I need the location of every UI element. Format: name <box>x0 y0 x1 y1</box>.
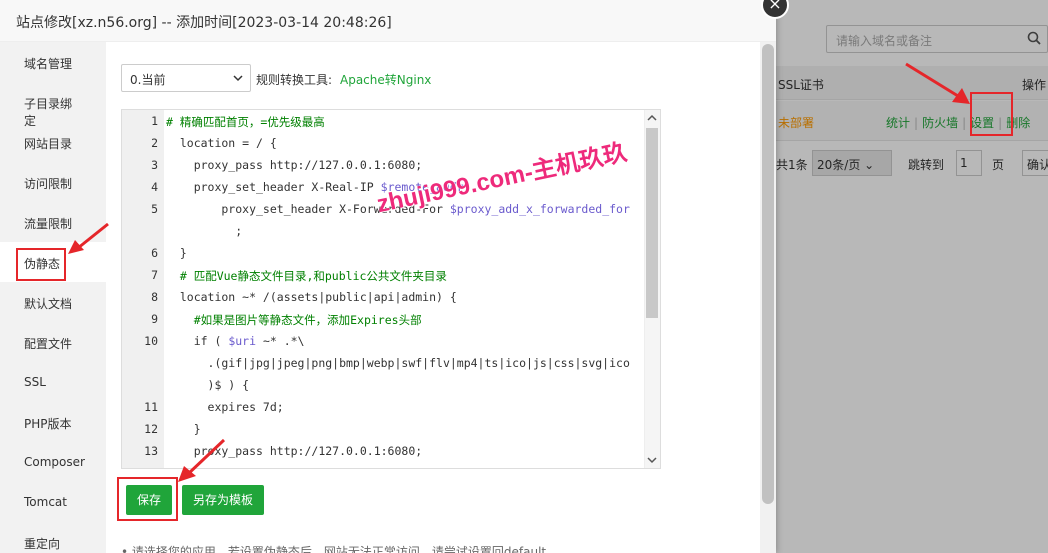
sidebar-item-php-version[interactable]: PHP版本 <box>0 402 106 442</box>
line-number: 2 <box>151 136 158 150</box>
search-icon[interactable] <box>1027 31 1041 45</box>
pagination: 共1条 20条/页 ⌄ 跳转到 1 页 确认 <box>760 148 1048 178</box>
code-line: ; <box>166 224 243 238</box>
apache-to-nginx-link[interactable]: Apache转Nginx <box>340 71 431 88</box>
search-placeholder: 请输入域名或备注 <box>836 34 933 48</box>
rewrite-template-value: 0.当前 <box>130 73 166 87</box>
convert-tool-label: 规则转换工具: <box>256 73 333 87</box>
line-number: 11 <box>144 400 158 414</box>
code-line: } <box>166 246 187 260</box>
highlight-settings-box <box>970 92 1013 136</box>
arrow-icon <box>68 222 109 254</box>
line-number: 1 <box>151 114 158 128</box>
pager-jump-label: 跳转到 <box>908 158 945 172</box>
line-number: 12 <box>144 422 158 436</box>
column-operations: 操作 <box>1022 78 1047 92</box>
code-line: # 精确匹配首页，=优先级最高 <box>166 115 325 129</box>
code-line: #如果是图片等静态文件，添加Expires头部 <box>166 313 422 327</box>
page-number-input[interactable]: 1 <box>956 150 982 176</box>
highlight-rewrite-box <box>16 248 66 281</box>
tips-text: • 请选择您的应用，若设置伪静态后，网站无法正常访问，请尝试设置回default <box>121 545 547 553</box>
code-line: location ~* /(assets|public|api|admin) { <box>166 290 457 304</box>
column-ssl: SSL证书 <box>778 78 824 92</box>
line-number: 5 <box>151 202 158 216</box>
line-number: 10 <box>144 334 158 348</box>
page-size-select[interactable]: 20条/页 ⌄ <box>812 150 892 176</box>
arrow-icon <box>905 62 970 104</box>
dialog-title: 站点修改[xz.n56.org] -- 添加时间[2023-03-14 20:4… <box>0 0 776 42</box>
stats-link[interactable]: 统计 <box>886 116 910 130</box>
domain-search-input[interactable]: 请输入域名或备注 <box>826 25 1048 53</box>
scroll-up-icon[interactable] <box>647 114 657 122</box>
code-line: } <box>166 422 201 436</box>
sidebar-item-subdir[interactable]: 子目录绑定 <box>0 82 106 128</box>
save-as-template-button[interactable]: 另存为模板 <box>182 485 264 515</box>
sidebar-item-ssl[interactable]: SSL <box>0 362 106 402</box>
sidebar-item-config-file[interactable]: 配置文件 <box>0 322 106 362</box>
scroll-down-icon[interactable] <box>647 456 657 464</box>
dialog-scrollbar-thumb[interactable] <box>762 44 774 504</box>
arrow-icon <box>178 438 226 482</box>
line-number: 3 <box>151 158 158 172</box>
line-number: 4 <box>151 180 158 194</box>
firewall-link[interactable]: 防火墙 <box>922 116 958 130</box>
sidebar-item-redirect[interactable]: 重定向 <box>0 522 106 553</box>
sidebar-item-tomcat[interactable]: Tomcat <box>0 482 106 522</box>
sidebar-item-site-dir[interactable]: 网站目录 <box>0 122 106 162</box>
code-line: expires 7d; <box>166 400 284 414</box>
ssl-status[interactable]: 未部署 <box>778 114 814 131</box>
line-number: 8 <box>151 290 158 304</box>
sidebar-item-default-doc[interactable]: 默认文档 <box>0 282 106 322</box>
line-number: 13 <box>144 444 158 458</box>
line-number: 9 <box>151 312 158 326</box>
pager-page-label: 页 <box>992 158 1005 172</box>
sidebar-item-access-limit[interactable]: 访问限制 <box>0 162 106 202</box>
line-number: 7 <box>151 268 158 282</box>
pager-total: 共1条 <box>776 158 808 172</box>
code-line: # 匹配Vue静态文件目录,和public公共文件夹目录 <box>166 269 447 283</box>
line-number: 6 <box>151 246 158 260</box>
code-line: location = / { <box>166 136 277 150</box>
chevron-down-icon <box>233 75 243 82</box>
sidebar-item-composer[interactable]: Composer <box>0 442 106 482</box>
code-line: .(gif|jpg|jpeg|png|bmp|webp|swf|flv|mp4|… <box>166 356 630 370</box>
highlight-save-box <box>117 477 178 521</box>
sidebar-item-domain[interactable]: 域名管理 <box>0 42 106 82</box>
code-line: if ( $uri ~* .*\ <box>166 334 305 348</box>
dialog-sidebar: 域名管理 子目录绑定 网站目录 访问限制 流量限制 伪静态 默认文档 配置文件 … <box>0 42 106 553</box>
editor-scrollbar-thumb[interactable] <box>646 128 658 318</box>
pager-confirm-button[interactable]: 确认 <box>1022 150 1048 176</box>
code-line: proxy_pass http://127.0.0.1:6080; <box>166 158 423 172</box>
editor-scrollbar[interactable] <box>644 110 660 468</box>
rewrite-template-select[interactable]: 0.当前 <box>121 64 251 92</box>
code-line: )$ ) { <box>166 378 250 392</box>
